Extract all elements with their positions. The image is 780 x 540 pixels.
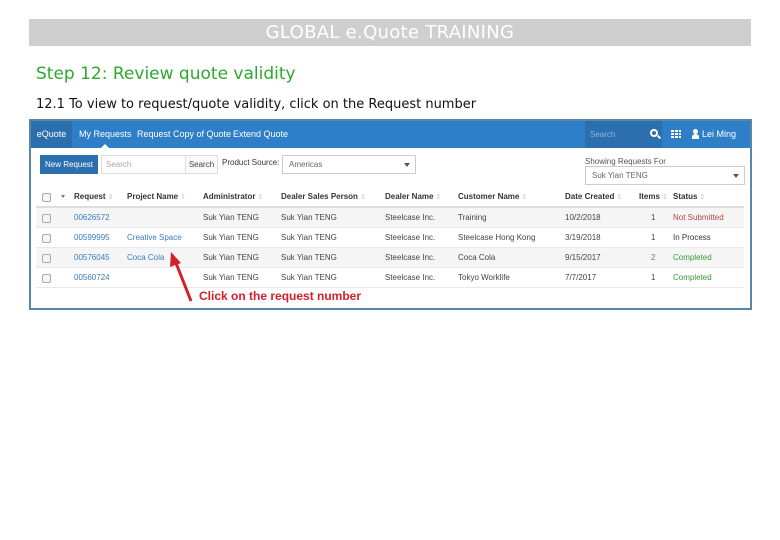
sales-person-cell: Suk Yian TENG <box>281 273 337 282</box>
chevron-down-icon[interactable] <box>61 195 65 198</box>
navbar: eQuote My Requests Request Copy of Quote… <box>31 121 750 166</box>
document-banner: GLOBAL e.Quote TRAINING <box>29 19 751 46</box>
row-checkbox[interactable] <box>42 274 51 283</box>
table-row: 00560724 Suk Yian TENG Suk Yian TENG Ste… <box>36 268 744 288</box>
chevron-down-icon <box>733 174 739 178</box>
request-number-link[interactable]: 00626572 <box>74 208 110 227</box>
customer-name-cell: Tokyo Worklife <box>458 273 510 282</box>
col-dealer-name[interactable]: Dealer Name ⇕ <box>385 187 441 207</box>
col-items[interactable]: Items ⇕ <box>639 187 668 207</box>
sort-icon: ⇕ <box>616 194 623 201</box>
col-dealer-name-label: Dealer Name <box>385 192 434 201</box>
search-icon[interactable] <box>650 129 658 137</box>
administrator-cell: Suk Yian TENG <box>203 273 259 282</box>
sales-person-cell: Suk Yian TENG <box>281 253 337 262</box>
date-created-cell: 3/19/2018 <box>565 233 601 242</box>
col-administrator[interactable]: Administrator ⇕ <box>203 187 263 207</box>
nav-extend-quote[interactable]: Extend Quote <box>233 121 288 148</box>
col-project-name-label: Project Name <box>127 192 179 201</box>
nav-my-requests[interactable]: My Requests <box>79 121 132 148</box>
sort-icon: ⇕ <box>521 194 528 201</box>
table-row: 00576045 Coca Cola Suk Yian TENG Suk Yia… <box>36 248 744 268</box>
table-header: Request ⇕ Project Name ⇕ Administrator ⇕ De… <box>36 187 744 208</box>
showing-requests-label: Showing Requests For <box>585 157 666 166</box>
select-all-checkbox[interactable] <box>42 193 51 202</box>
step-title: Step 12: Review quote validity <box>36 64 296 84</box>
status-badge: In Process <box>673 233 711 242</box>
sort-icon: ⇕ <box>435 194 442 201</box>
dealer-name-cell: Steelcase Inc. <box>385 213 436 222</box>
administrator-cell: Suk Yian TENG <box>203 233 259 242</box>
col-administrator-label: Administrator <box>203 192 256 201</box>
step-instruction: 12.1 To view to request/quote validity, … <box>36 97 477 112</box>
dealer-name-cell: Steelcase Inc. <box>385 253 436 262</box>
product-source-value: Americas <box>289 160 323 169</box>
sort-icon: ⇕ <box>257 194 264 201</box>
project-name-link[interactable]: Creative Space <box>127 228 182 247</box>
items-cell: 2 <box>651 253 656 262</box>
administrator-cell: Suk Yian TENG <box>203 213 259 222</box>
table-row: 00599995 Creative Space Suk Yian TENG Su… <box>36 228 744 248</box>
showing-requests-value: Suk Yian TENG <box>592 171 648 180</box>
sort-icon: ⇕ <box>359 194 366 201</box>
user-icon <box>692 129 699 139</box>
nav-request-copy-of-quote[interactable]: Request Copy of Quote <box>137 121 231 148</box>
date-created-cell: 7/7/2017 <box>565 273 597 282</box>
sort-icon: ⇕ <box>661 194 668 201</box>
status-badge: Not Submitted <box>673 213 724 222</box>
chevron-down-icon <box>404 163 410 167</box>
sort-icon: ⇕ <box>180 194 187 201</box>
search-input[interactable]: Search <box>101 155 186 174</box>
nav-search-input[interactable]: Search <box>590 121 615 148</box>
nav-search-box[interactable]: Search <box>585 121 662 148</box>
col-request[interactable]: Request ⇕ <box>74 187 113 207</box>
items-cell: 1 <box>651 273 656 282</box>
status-badge: Completed <box>673 253 712 262</box>
col-dealer-sales-person-label: Dealer Sales Person <box>281 192 358 201</box>
dealer-name-cell: Steelcase Inc. <box>385 273 436 282</box>
col-date-created[interactable]: Date Created ⇕ <box>565 187 622 207</box>
sales-person-cell: Suk Yian TENG <box>281 233 337 242</box>
date-created-cell: 9/15/2017 <box>565 253 601 262</box>
request-number-link[interactable]: 00560724 <box>74 268 110 287</box>
dealer-name-cell: Steelcase Inc. <box>385 233 436 242</box>
row-checkbox[interactable] <box>42 254 51 263</box>
col-customer-name-label: Customer Name <box>458 192 520 201</box>
col-date-created-label: Date Created <box>565 192 615 201</box>
sort-icon: ⇕ <box>699 194 706 201</box>
request-number-link[interactable]: 00599995 <box>74 228 110 247</box>
customer-name-cell: Coca Cola <box>458 253 496 262</box>
col-request-label: Request <box>74 192 106 201</box>
requests-table: Request ⇕ Project Name ⇕ Administrator ⇕ De… <box>36 187 744 288</box>
product-source-label: Product Source: <box>222 158 280 167</box>
table-row: 00626572 Suk Yian TENG Suk Yian TENG Ste… <box>36 208 744 228</box>
showing-requests-select[interactable]: Suk Yian TENG <box>585 166 745 185</box>
col-status-label: Status <box>673 192 698 201</box>
col-customer-name[interactable]: Customer Name ⇕ <box>458 187 527 207</box>
customer-name-cell: Steelcase Hong Kong <box>458 233 536 242</box>
administrator-cell: Suk Yian TENG <box>203 253 259 262</box>
new-request-button[interactable]: New Request <box>40 155 98 174</box>
items-cell: 1 <box>651 213 656 222</box>
col-items-label: Items <box>639 192 660 201</box>
customer-name-cell: Training <box>458 213 487 222</box>
col-project-name[interactable]: Project Name ⇕ <box>127 187 186 207</box>
project-name-link[interactable]: Coca Cola <box>127 248 164 267</box>
items-cell: 1 <box>651 233 656 242</box>
sort-icon: ⇕ <box>107 194 114 201</box>
product-source-select[interactable]: Americas <box>282 155 416 174</box>
col-status[interactable]: Status ⇕ <box>673 187 705 207</box>
search-button[interactable]: Search <box>186 155 218 174</box>
sales-person-cell: Suk Yian TENG <box>281 213 337 222</box>
app-screenshot: eQuote My Requests Request Copy of Quote… <box>29 119 752 310</box>
col-dealer-sales-person[interactable]: Dealer Sales Person ⇕ <box>281 187 366 207</box>
annotation-text: Click on the request number <box>199 289 362 303</box>
grid-icon[interactable] <box>671 130 681 139</box>
row-checkbox[interactable] <box>42 214 51 223</box>
brand-link[interactable]: eQuote <box>31 121 72 148</box>
row-checkbox[interactable] <box>42 234 51 243</box>
request-number-link[interactable]: 00576045 <box>74 248 110 267</box>
status-badge: Completed <box>673 273 712 282</box>
date-created-cell: 10/2/2018 <box>565 213 601 222</box>
